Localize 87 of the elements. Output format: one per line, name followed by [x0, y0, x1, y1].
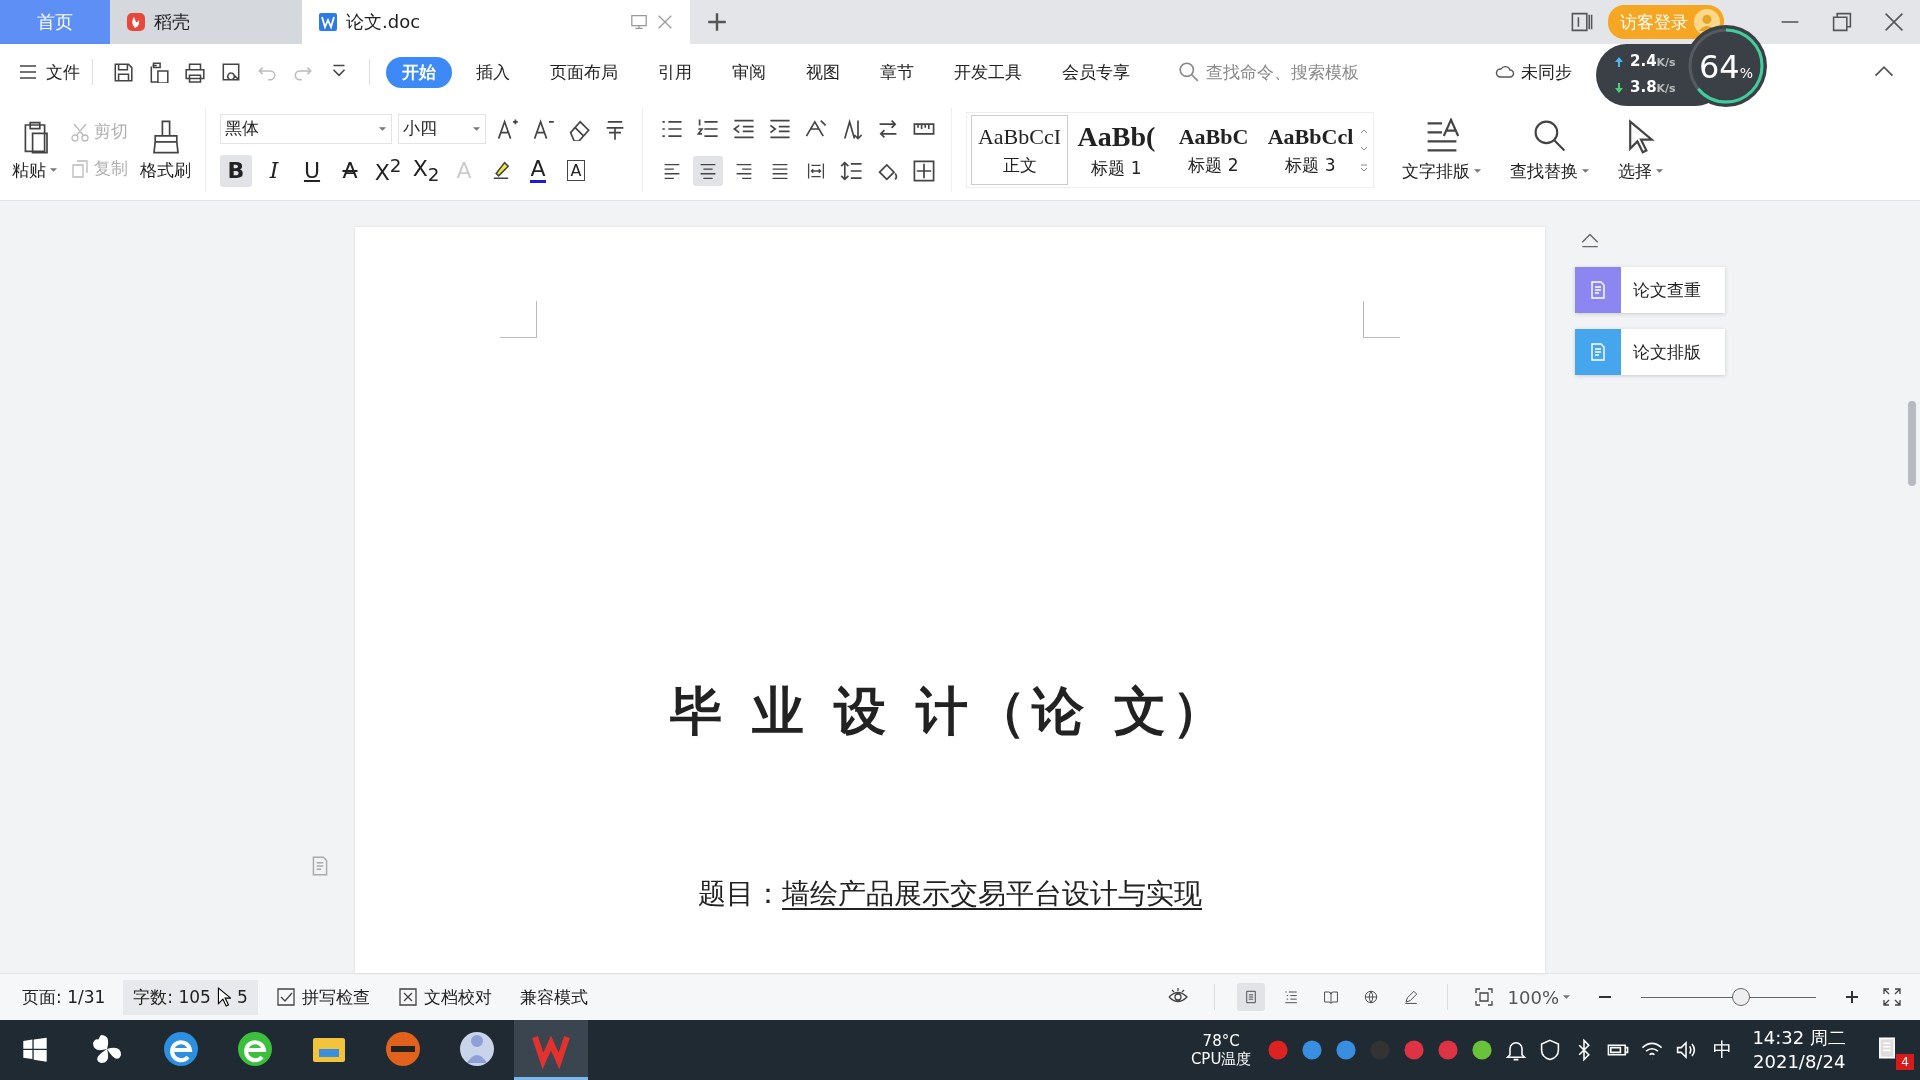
format-button[interactable]: A — [522, 154, 554, 187]
format-button[interactable]: X$^{2}$ — [372, 154, 404, 187]
format-painter-button[interactable]: 格式刷 — [140, 118, 191, 182]
font-size-field[interactable]: 小四 — [398, 113, 486, 144]
tool-button[interactable]: 选择 — [1618, 117, 1664, 183]
tool-button[interactable]: 文字排版 — [1402, 117, 1482, 183]
menu-icon — [18, 62, 38, 82]
format-button[interactable]: I — [258, 154, 290, 187]
upload-arrow-icon — [1614, 56, 1624, 68]
document-tab[interactable]: 稻壳 — [110, 0, 302, 44]
format-button[interactable]: A — [560, 154, 592, 187]
ribbon-tab[interactable]: 审阅 — [716, 56, 782, 88]
copy-icon — [70, 158, 90, 179]
thesis-tool-button[interactable]: 论文排版 — [1575, 329, 1725, 375]
close-icon[interactable] — [1882, 10, 1906, 34]
caret-icon — [1562, 994, 1571, 1000]
document-icon — [1588, 280, 1608, 300]
caret-icon — [378, 125, 387, 132]
thesis-tool-button[interactable]: 论文查重 — [1575, 267, 1725, 313]
scrollbar-thumb[interactable] — [1908, 401, 1916, 486]
taskbar-clock[interactable]: 14:32 周二 2021/8/24 — [1752, 1026, 1846, 1074]
word-doc-icon — [318, 12, 338, 32]
zoom-slider-thumb[interactable] — [1731, 987, 1750, 1006]
caret-icon — [472, 125, 481, 132]
flame-icon — [126, 12, 146, 32]
download-speed: 3.8K/s — [1630, 77, 1676, 98]
document-icon — [1588, 342, 1608, 362]
subject-title: 墙绘产品展示交易平台设计与实现 — [782, 876, 1202, 912]
ribbon-tab[interactable]: 开发工具 — [938, 56, 1038, 88]
document-title: 毕 业 设 计（论 文） — [669, 680, 1231, 743]
ribbon-tab[interactable]: 页面布局 — [534, 56, 634, 88]
ribbon-tab[interactable]: 章节 — [864, 56, 930, 88]
format-button[interactable]: B — [220, 154, 252, 187]
save-icon[interactable] — [112, 61, 134, 83]
page-view-icon[interactable] — [1236, 983, 1265, 1011]
command-search-field[interactable]: 查找命令、搜索模板 — [1178, 61, 1438, 83]
checkbox-icon — [275, 987, 296, 1007]
print-icon[interactable] — [184, 61, 206, 83]
search-icon — [1178, 61, 1200, 83]
mouse-cursor-icon — [216, 987, 231, 1007]
style-preset[interactable]: AaBbCcl 标题 3 — [1262, 115, 1359, 185]
ribbon-tab[interactable]: 会员专享 — [1046, 56, 1146, 88]
format-button[interactable]: X$_{2}$ — [410, 154, 442, 187]
spell-check-button[interactable]: 拼写检查 — [265, 979, 380, 1015]
document-tab[interactable]: 论文.doc — [302, 0, 690, 44]
download-arrow-icon — [1614, 82, 1624, 94]
format-button[interactable]: U — [296, 154, 328, 187]
style-preset[interactable]: AaBbC 标题 2 — [1165, 115, 1262, 185]
close-icon[interactable] — [656, 13, 674, 31]
crop-mark — [1363, 301, 1400, 338]
style-preset[interactable]: AaBb( 标题 1 — [1068, 115, 1165, 185]
restore-icon[interactable] — [1830, 10, 1854, 34]
ribbon-tab[interactable]: 引用 — [642, 56, 708, 88]
proofread-button[interactable]: 文档校对 — [387, 979, 502, 1015]
zoom-level-dropdown[interactable]: 100% — [1507, 986, 1571, 1008]
format-button[interactable]: A — [334, 154, 366, 187]
font-name-field[interactable]: 黑体 — [220, 113, 392, 144]
caret-icon — [49, 167, 58, 173]
page-count: 页面: 1/31 — [21, 985, 107, 1009]
align-center-icon[interactable] — [693, 156, 723, 186]
windows-start-icon[interactable] — [22, 1037, 48, 1063]
wps-app-icon[interactable] — [514, 1020, 588, 1080]
crossed-box-icon — [397, 987, 418, 1007]
preview-icon[interactable] — [220, 61, 242, 83]
scissors-icon — [70, 121, 90, 142]
tool-button[interactable]: 查找替换 — [1510, 117, 1590, 183]
word-count[interactable]: 字数: 105 5 — [123, 979, 258, 1015]
input-method[interactable]: 中 — [1713, 1037, 1733, 1063]
caret-icon — [1655, 168, 1664, 174]
caret-icon — [1473, 168, 1482, 174]
file-menu-button[interactable]: 文件 — [18, 60, 80, 84]
new-tab-icon[interactable] — [706, 11, 728, 33]
cpu-temperature: 78°C CPU温度 — [1190, 1032, 1252, 1068]
compat-mode: 兼容模式 — [518, 985, 589, 1009]
reading-view-icon[interactable] — [1570, 10, 1594, 34]
memory-percent: 64% — [1698, 48, 1754, 86]
subject-label: 题目： — [698, 876, 782, 912]
paste-button[interactable]: 粘贴 — [12, 118, 58, 182]
crop-mark — [500, 301, 537, 338]
sync-button[interactable]: 未同步 — [1495, 60, 1572, 84]
style-preset[interactable]: AaBbCcI 正文 — [971, 115, 1068, 185]
ribbon-tab[interactable]: 视图 — [790, 56, 856, 88]
caret-icon — [1581, 168, 1590, 174]
monitor-icon[interactable] — [630, 13, 648, 31]
ribbon-tab[interactable]: 插入 — [460, 56, 526, 88]
notification-count: 4 — [1896, 1054, 1914, 1070]
upload-speed: 2.4K/s — [1630, 51, 1676, 72]
